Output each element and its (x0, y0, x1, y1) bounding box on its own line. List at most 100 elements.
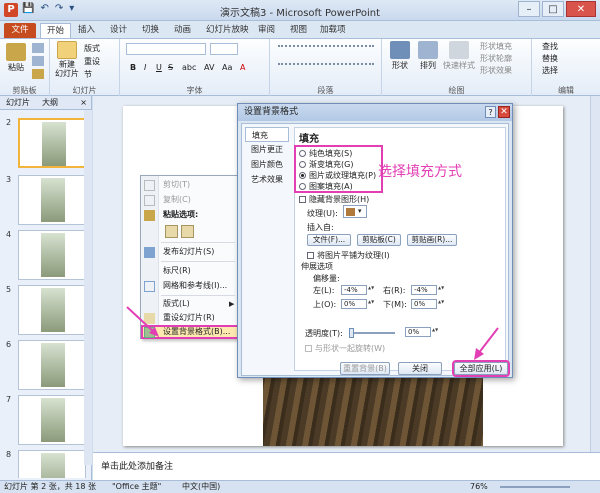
bold-button[interactable]: B (130, 63, 136, 72)
slides-panel-scrollbar[interactable] (84, 110, 92, 465)
tab-animations[interactable]: 动画 (174, 23, 191, 38)
canvas-scrollbar[interactable] (590, 96, 600, 452)
paste-button[interactable]: 粘贴 (4, 43, 28, 73)
group-slides: 新建 幻灯片 版式 重设 节 幻灯片 (50, 39, 120, 97)
submenu-arrow-icon: ▶ (229, 300, 235, 308)
language[interactable]: 中文(中国) (182, 481, 220, 493)
quick-styles-button[interactable]: 快速样式 (442, 41, 476, 71)
tab-review[interactable]: 审阅 (258, 23, 275, 38)
offset-right-input[interactable]: -4% (411, 285, 446, 295)
paragraph-align-controls[interactable] (278, 63, 374, 71)
cut-icon[interactable] (32, 43, 44, 53)
font-color-button[interactable]: A (240, 63, 245, 72)
slide-thumbnail[interactable]: 6 (6, 340, 86, 390)
reset-background-button[interactable]: 重置背景(B) (340, 362, 390, 375)
checkbox-tile-picture[interactable]: 将图片平铺为纹理(I) (307, 250, 390, 261)
slide-thumbnail[interactable]: 8 (6, 450, 86, 478)
paste-keep-formatting-icon[interactable] (165, 225, 178, 238)
tab-design[interactable]: 设计 (110, 23, 127, 38)
paste-picture-icon[interactable] (181, 225, 194, 238)
new-slide-button[interactable]: 新建 幻灯片 (54, 41, 80, 78)
nav-fill[interactable]: 填充 (245, 127, 289, 142)
checkbox-rotate-with-shape[interactable]: 与形状一起旋转(W) (305, 343, 385, 354)
shape-outline-button[interactable]: 形状轮廓 (480, 53, 512, 64)
find-button[interactable]: 查找 (542, 41, 558, 52)
tab-transitions[interactable]: 切换 (142, 23, 159, 38)
group-label-clipboard: 剪贴板 (12, 86, 37, 95)
menu-item-ruler[interactable]: 标尺(R) (141, 264, 239, 278)
font-name-combo[interactable] (126, 43, 206, 55)
layout-button[interactable]: 版式 (84, 43, 100, 54)
menu-item-copy[interactable]: 复制(C) (141, 193, 239, 207)
radio-pattern-fill[interactable]: 图案填充(A) (299, 181, 353, 192)
arrange-button[interactable]: 排列 (416, 41, 440, 71)
strikethrough-button[interactable]: S (168, 63, 173, 72)
tab-addins[interactable]: 加载项 (320, 23, 346, 38)
transparency-input[interactable]: 0% (405, 327, 440, 337)
radio-solid-fill[interactable]: 纯色填充(S) (299, 148, 352, 159)
minimize-button[interactable]: – (518, 1, 540, 17)
insert-clipart-button[interactable]: 剪贴画(R)... (407, 234, 457, 246)
radio-picture-texture-fill[interactable]: 图片或纹理填充(P) (299, 170, 376, 181)
zoom-slider[interactable] (500, 486, 570, 488)
maximize-button[interactable]: □ (542, 1, 564, 17)
annotation-arrow-menu (126, 306, 159, 337)
tab-outline[interactable]: 大纲 (36, 97, 64, 108)
offset-left-input[interactable]: -4% (341, 285, 376, 295)
shadow-button[interactable]: abc (182, 63, 196, 72)
notes-pane[interactable]: 单击此处添加备注 (93, 452, 600, 480)
slide-thumbnail[interactable]: 7 (6, 395, 86, 445)
tab-insert[interactable]: 插入 (78, 23, 95, 38)
shapes-button[interactable]: 形状 (388, 41, 412, 71)
slide-thumbnail[interactable]: 5 (6, 285, 86, 335)
section-button[interactable]: 节 (84, 69, 92, 80)
format-painter-icon[interactable] (32, 69, 44, 79)
offset-left-label: 左(L): (313, 286, 335, 295)
offset-bottom-input[interactable]: 0% (411, 299, 446, 309)
slide-thumbnail[interactable]: 4 (6, 230, 86, 280)
tab-slides[interactable]: 幻灯片 (0, 97, 36, 108)
close-panel-icon[interactable]: × (74, 98, 91, 107)
insert-clipboard-button[interactable]: 剪贴板(C) (357, 234, 401, 246)
tab-slideshow[interactable]: 幻灯片放映 (206, 23, 249, 38)
menu-item-grid-guides[interactable]: 网格和参考线(I)... (141, 279, 239, 293)
select-button[interactable]: 选择 (542, 65, 558, 76)
radio-gradient-fill[interactable]: 渐变填充(G) (299, 159, 353, 170)
group-label-slides: 幻灯片 (72, 86, 97, 95)
transparency-slider[interactable] (349, 328, 395, 338)
italic-button[interactable]: I (144, 63, 146, 72)
slider-thumb[interactable] (349, 328, 354, 338)
insert-file-button[interactable]: 文件(F)... (307, 234, 351, 246)
offset-top-input[interactable]: 0% (341, 299, 376, 309)
nav-picture-corrections[interactable]: 图片更正 (245, 142, 289, 157)
change-case-button[interactable]: Aa (222, 63, 232, 72)
group-label-paragraph: 段落 (317, 86, 334, 95)
tab-home[interactable]: 开始 (40, 23, 72, 38)
shape-effects-button[interactable]: 形状效果 (480, 65, 512, 76)
paragraph-list-controls[interactable] (278, 45, 374, 53)
checkbox-hide-background-graphics[interactable]: 隐藏背景图形(H) (299, 194, 369, 205)
nav-artistic-effects[interactable]: 艺术效果 (245, 172, 289, 187)
char-spacing-button[interactable]: AV (204, 63, 214, 72)
annotation-choose-fill: 选择填充方式 (378, 164, 462, 180)
close-window-button[interactable]: ✕ (566, 1, 596, 17)
tab-view[interactable]: 视图 (290, 23, 307, 38)
close-button[interactable]: 关闭 (398, 362, 442, 375)
menu-item-publish-slides[interactable]: 发布幻灯片(S) (141, 245, 239, 259)
shape-fill-button[interactable]: 形状填充 (480, 41, 512, 52)
tab-file[interactable]: 文件 (4, 23, 36, 38)
slide-thumbnail[interactable]: 2 (6, 118, 86, 168)
nav-picture-color[interactable]: 图片颜色 (245, 157, 289, 172)
offsets-label: 偏移量: (313, 274, 340, 283)
replace-button[interactable]: 替换 (542, 53, 558, 64)
slide-thumbnail[interactable]: 3 (6, 175, 86, 225)
dialog-close-button[interactable]: ✕ (498, 106, 510, 118)
copy-icon[interactable] (32, 56, 44, 66)
menu-item-cut[interactable]: 剪切(T) (141, 178, 239, 192)
texture-dropdown[interactable]: ▾ (343, 205, 367, 218)
reset-button[interactable]: 重设 (84, 56, 100, 67)
font-size-combo[interactable] (210, 43, 238, 55)
zoom-level[interactable]: 76% (470, 481, 488, 493)
help-button[interactable]: ? (485, 106, 496, 118)
underline-button[interactable]: U (156, 63, 162, 72)
